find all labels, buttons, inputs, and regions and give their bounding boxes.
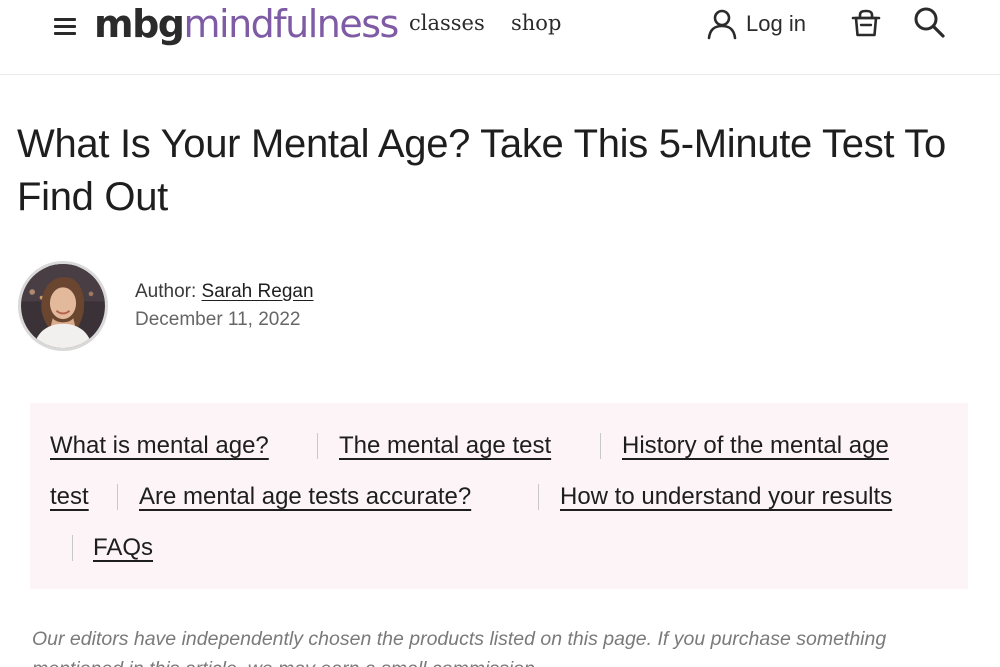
logo-suffix: mindfulness	[183, 2, 400, 46]
author-line: Author: Sarah Regan	[135, 279, 314, 305]
author-photo	[21, 264, 105, 348]
toc-separator	[538, 484, 539, 510]
author-prefix: Author:	[135, 281, 197, 302]
hamburger-menu-icon[interactable]	[54, 15, 80, 37]
toc-link-history-continued[interactable]: test	[50, 482, 89, 512]
toc-separator	[72, 535, 73, 561]
author-avatar[interactable]	[18, 261, 108, 351]
shopping-bag-icon[interactable]	[849, 6, 883, 40]
toc-link-what-is-mental-age[interactable]: What is mental age?	[50, 431, 269, 461]
login-button[interactable]: Log in	[706, 8, 806, 40]
toc-link-accuracy[interactable]: Are mental age tests accurate?	[139, 482, 471, 512]
toc-separator	[600, 433, 601, 459]
search-icon[interactable]	[911, 4, 947, 40]
toc-link-history[interactable]: History of the mental age	[622, 431, 889, 461]
nav-shop-link[interactable]: shop	[511, 8, 561, 38]
author-name-link[interactable]: Sarah Regan	[202, 281, 314, 302]
toc-link-understand-results[interactable]: How to understand your results	[560, 482, 892, 512]
toc-link-mental-age-test[interactable]: The mental age test	[339, 431, 551, 461]
affiliate-disclaimer: Our editors have independently chosen th…	[32, 628, 887, 667]
site-header: mbgmindfulness classes shop Log in	[0, 0, 1000, 75]
publish-date: December 11, 2022	[135, 309, 301, 330]
nav-classes-link[interactable]: classes	[409, 8, 485, 38]
user-icon	[707, 9, 737, 40]
login-label: Log in	[746, 11, 806, 36]
article-title: What Is Your Mental Age? Take This 5-Min…	[17, 122, 946, 219]
toc-separator	[117, 484, 118, 510]
toc-separator	[317, 433, 318, 459]
table-of-contents: What is mental age? The mental age test …	[30, 403, 968, 589]
logo-prefix: mbg	[94, 2, 185, 46]
site-logo[interactable]: mbgmindfulness	[94, 0, 400, 52]
toc-link-faqs[interactable]: FAQs	[93, 533, 153, 563]
